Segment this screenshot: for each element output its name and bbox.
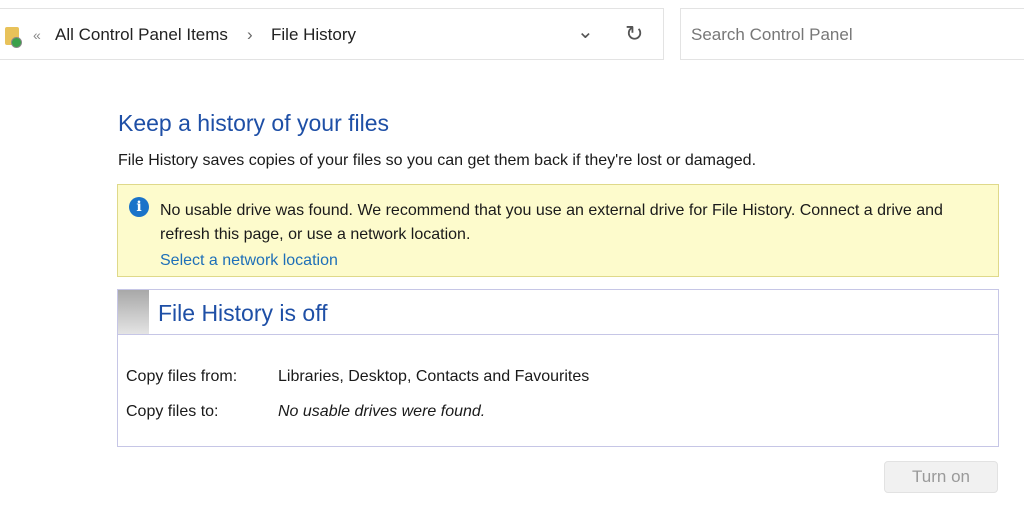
- select-network-location-link[interactable]: Select a network location: [160, 252, 338, 270]
- file-history-folder-icon: [5, 27, 22, 48]
- status-heading: File History is off: [158, 300, 328, 326]
- chevron-down-icon[interactable]: ⌄: [577, 19, 594, 44]
- info-text: No usable drive was found. We recommend …: [160, 202, 943, 243]
- breadcrumb-overflow-icon[interactable]: «: [33, 27, 41, 43]
- info-icon: i: [129, 197, 149, 217]
- copy-to-value: No usable drives were found.: [278, 403, 486, 420]
- breadcrumb-all-control-panel-items[interactable]: All Control Panel Items: [55, 25, 228, 45]
- copy-to-label: Copy files to:: [126, 403, 219, 420]
- breadcrumb-separator-icon: ›: [247, 25, 253, 44]
- copy-from-row: Copy files from: Libraries, Desktop, Con…: [126, 368, 589, 386]
- file-history-status-panel: File History is off Copy files from: Lib…: [117, 289, 999, 447]
- copy-to-row: Copy files to: No usable drives were fou…: [126, 403, 485, 421]
- copy-from-value: Libraries, Desktop, Contacts and Favouri…: [278, 368, 590, 385]
- info-banner: i No usable drive was found. We recommen…: [117, 184, 999, 277]
- breadcrumb-file-history[interactable]: File History: [271, 25, 356, 45]
- page-description: File History saves copies of your files …: [118, 152, 757, 169]
- address-bar[interactable]: « All Control Panel Items › File History…: [0, 8, 664, 60]
- refresh-icon[interactable]: ↻: [625, 21, 643, 47]
- page-title: Keep a history of your files: [118, 110, 390, 136]
- turn-on-button[interactable]: Turn on: [884, 461, 998, 493]
- copy-from-label: Copy files from:: [126, 368, 238, 385]
- status-gradient-bar: [118, 290, 149, 334]
- search-input[interactable]: Search Control Panel: [680, 8, 1024, 60]
